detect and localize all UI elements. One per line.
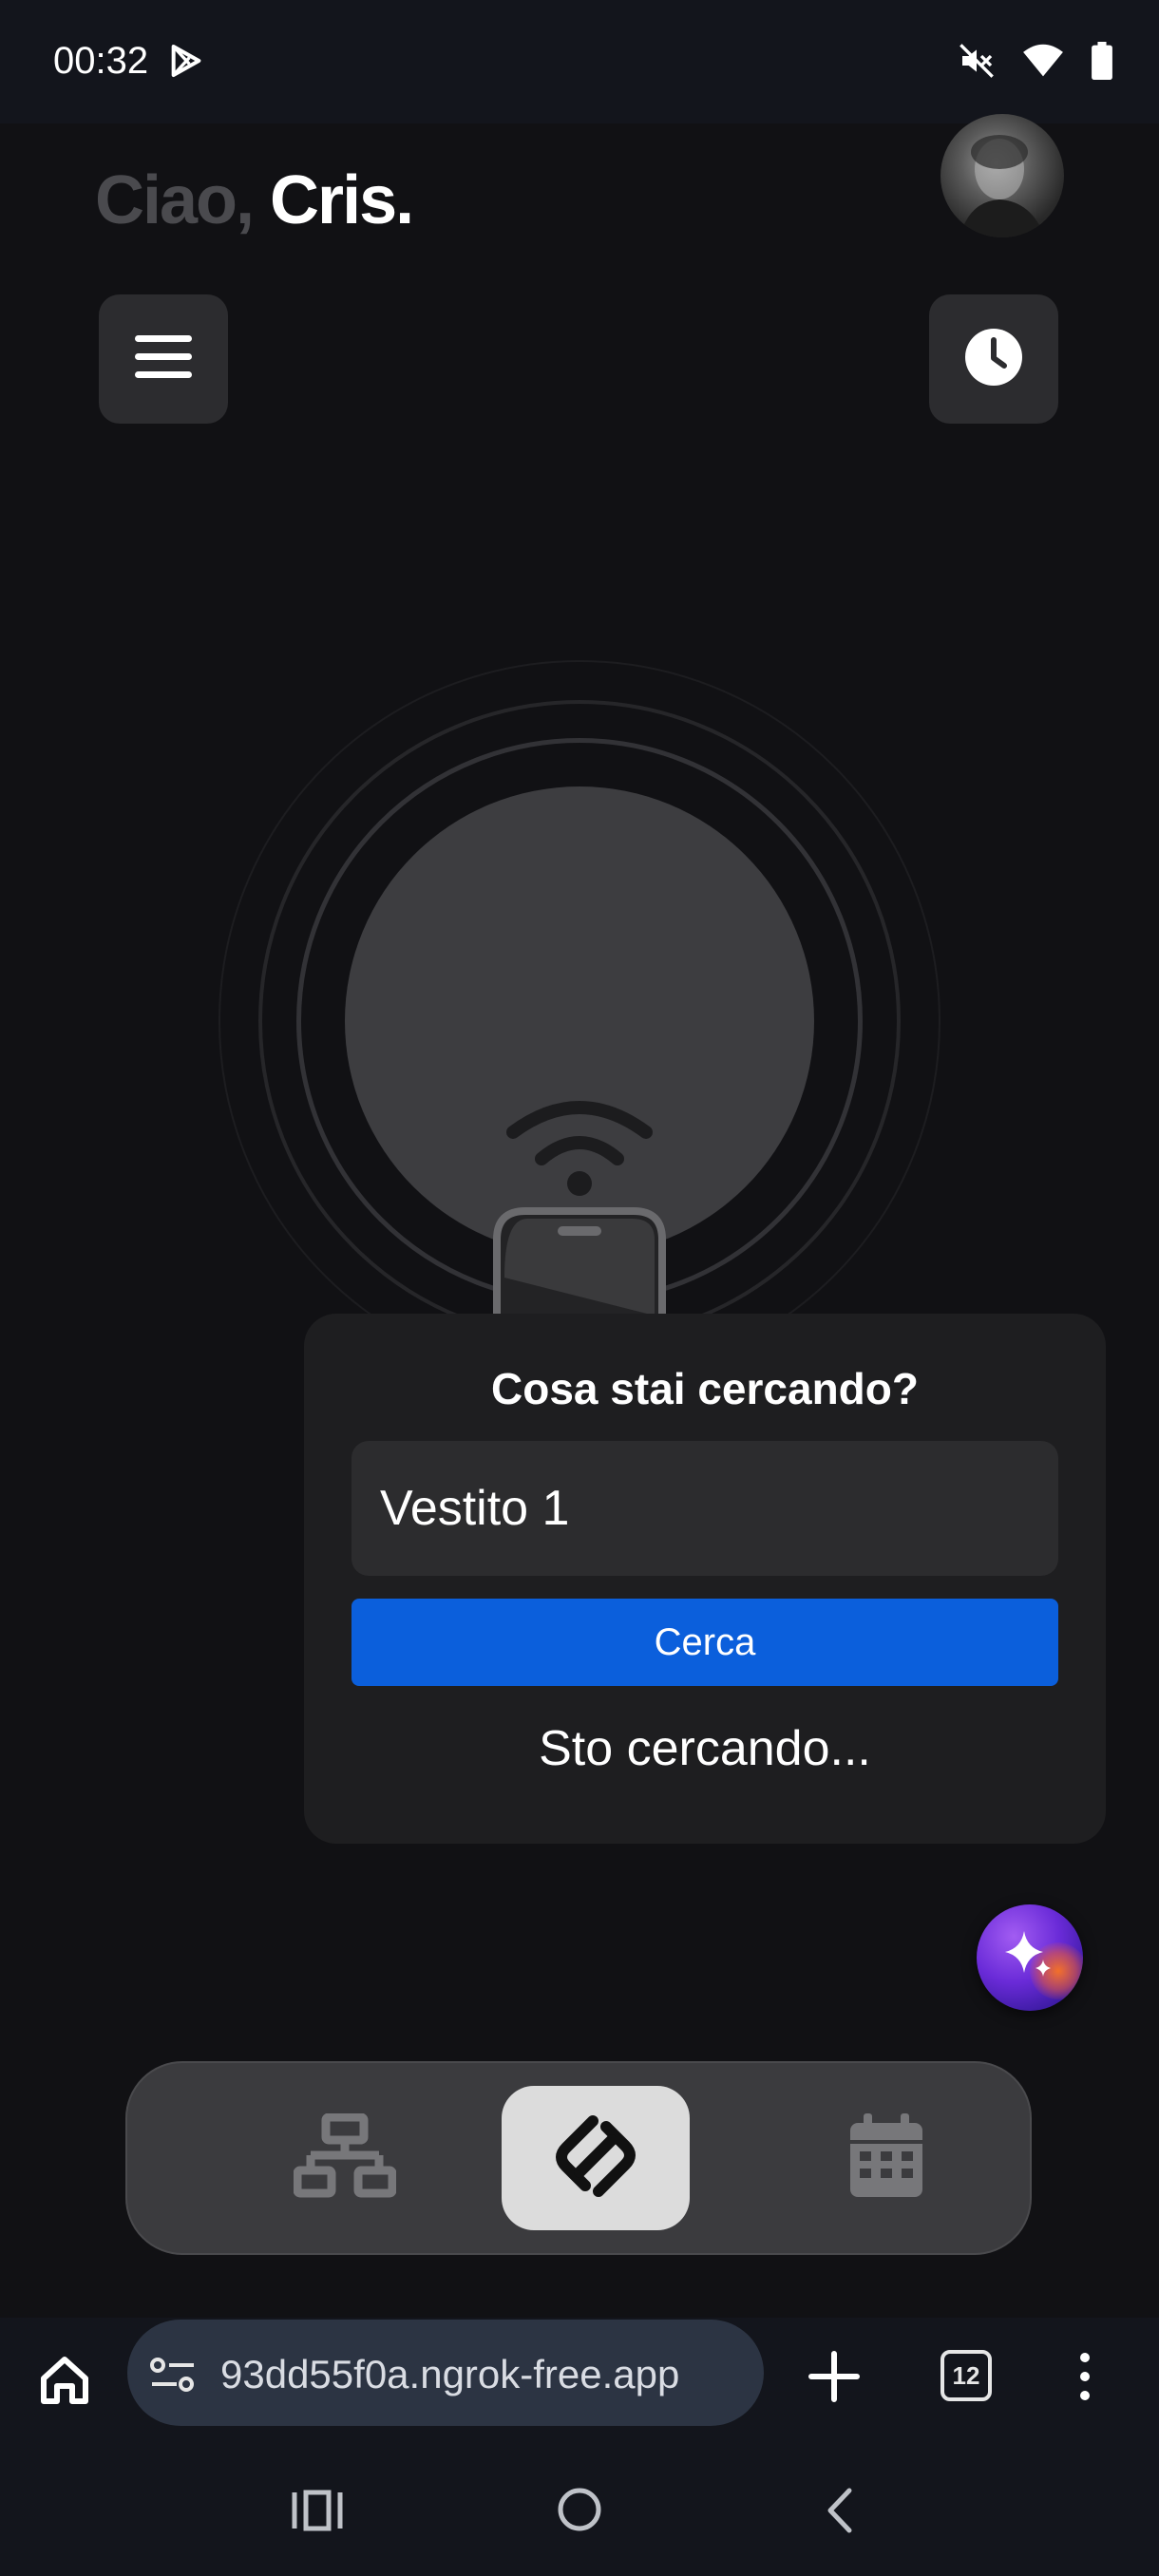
site-settings-icon[interactable] [148, 2356, 198, 2398]
search-dialog: Cosa stai cercando? Vestito 1 Cerca Sto … [304, 1314, 1106, 1844]
status-time: 00:32 [53, 40, 149, 82]
signal-icon [504, 1092, 656, 1202]
clock-icon [963, 327, 1024, 392]
system-navigation-bar [0, 2460, 1159, 2576]
greeting: Ciao, Cris. [95, 161, 414, 239]
nfc-scan-indicator[interactable] [218, 660, 940, 1449]
wifi-icon [1022, 42, 1064, 80]
search-button[interactable]: Cerca [352, 1599, 1058, 1686]
new-tab-button[interactable] [804, 2346, 864, 2412]
calendar-icon [848, 2112, 924, 2204]
user-name: Cris. [270, 162, 414, 238]
battery-icon [1091, 42, 1113, 80]
system-home-icon[interactable] [555, 2485, 604, 2539]
system-status-icons [958, 42, 1113, 80]
mute-icon [958, 42, 996, 80]
nav-network[interactable] [251, 2086, 439, 2230]
back-icon[interactable] [821, 2487, 859, 2539]
browser-toolbar: 93dd55f0a.ngrok-free.app 12 [0, 2318, 1159, 2460]
network-icon [293, 2112, 397, 2204]
avatar[interactable] [940, 114, 1064, 237]
bottom-navigation [125, 2061, 1032, 2255]
ai-assistant-button[interactable] [977, 1904, 1083, 2011]
play-store-icon [167, 42, 209, 84]
status-bar: 00:32 [0, 0, 1159, 123]
address-bar[interactable]: 93dd55f0a.ngrok-free.app [127, 2320, 764, 2426]
dialog-title: Cosa stai cercando? [491, 1364, 919, 1413]
nav-nfc[interactable] [502, 2086, 690, 2230]
recent-apps-icon[interactable] [291, 2487, 344, 2539]
home-icon [38, 2354, 91, 2412]
more-options-icon[interactable] [1075, 2348, 1094, 2410]
app-screen: Ciao, Cris. Cosa stai cercando? Vestito … [0, 114, 1159, 2318]
tab-switcher-button[interactable]: 12 [940, 2350, 992, 2401]
nfc-icon [543, 2104, 648, 2213]
greeting-prefix: Ciao, [95, 162, 255, 238]
search-input[interactable]: Vestito 1 [352, 1441, 1058, 1576]
menu-button[interactable] [99, 294, 228, 424]
history-button[interactable] [929, 294, 1058, 424]
url-text[interactable]: 93dd55f0a.ngrok-free.app [220, 2352, 752, 2397]
hamburger-menu-icon [135, 334, 192, 384]
nav-calendar[interactable] [792, 2086, 980, 2230]
browser-home-button[interactable] [32, 2350, 97, 2415]
search-status-text: Sto cercando... [539, 1721, 871, 1776]
